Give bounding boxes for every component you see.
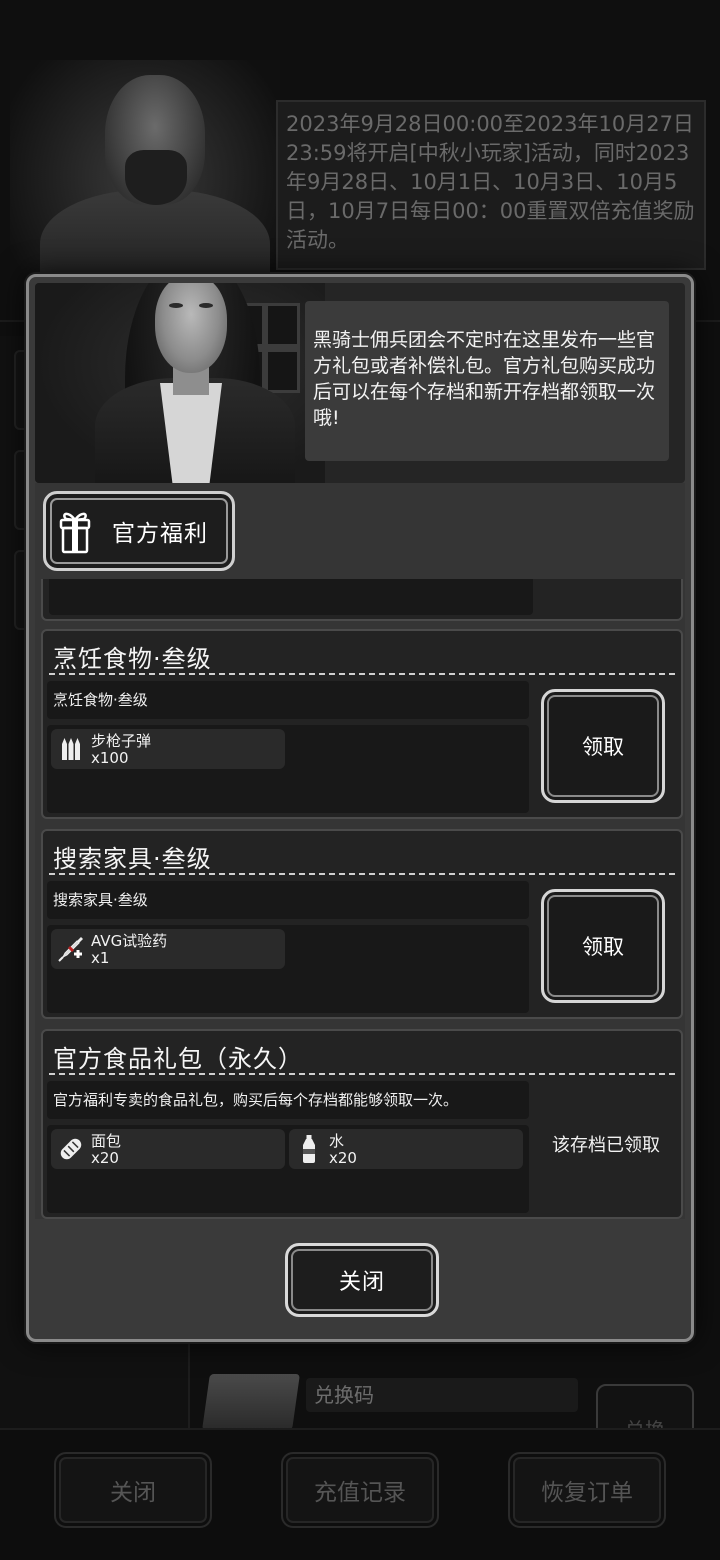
intro-text: 黑骑士佣兵团会不定时在这里发布一些官方礼包或者补偿礼包。官方礼包购买成功后可以在… xyxy=(305,301,669,461)
card-title: 官方食品礼包（永久） xyxy=(53,1045,303,1073)
reward-item: 面包 x20 xyxy=(51,1129,285,1169)
card-description: 官方福利专卖的食品礼包，购买后每个存档都能够领取一次。 xyxy=(47,1081,529,1119)
item-name: AVG试验药 xyxy=(91,932,168,950)
reward-items: AVG试验药 x1 xyxy=(47,925,529,1013)
water-bottle-icon xyxy=(293,1133,325,1165)
divider xyxy=(49,673,675,675)
redeem-code-label: 兑换码 xyxy=(306,1378,578,1412)
restore-order-button[interactable]: 恢复订单 xyxy=(508,1452,666,1528)
gift-icon xyxy=(58,508,92,554)
item-name: 步枪子弹 xyxy=(91,732,152,750)
item-name: 面包 xyxy=(91,1132,122,1150)
card-description: 烹饪食物·叁级 xyxy=(47,681,529,719)
reward-item: 水 x20 xyxy=(289,1129,523,1169)
item-quantity: x1 xyxy=(91,949,110,967)
eye xyxy=(199,303,213,308)
gift-pack-list[interactable]: 烹饪食物·叁级 烹饪食物·叁级 步枪子弹 x100 领取 搜索家具·叁级 搜索家… xyxy=(35,579,685,1219)
official-benefits-modal: 黑骑士佣兵团会不定时在这里发布一些官方礼包或者补偿礼包。官方礼包购买成功后可以在… xyxy=(26,274,694,1342)
modal-close-button[interactable]: 关闭 xyxy=(285,1243,439,1317)
reward-item: AVG试验药 x1 xyxy=(51,929,285,969)
gift-card: 搜索家具·叁级 搜索家具·叁级 AVG试验药 x1 领取 xyxy=(41,829,683,1019)
eye xyxy=(169,303,183,308)
redeem-code-row: 兑换码 兑换 xyxy=(200,1360,700,1444)
bread-icon xyxy=(55,1133,87,1165)
card-description: 搜索家具·叁级 xyxy=(47,881,529,919)
gift-card-partial xyxy=(41,579,683,621)
card-title: 搜索家具·叁级 xyxy=(53,845,212,873)
bullets-icon xyxy=(55,733,87,765)
gift-card: 烹饪食物·叁级 烹饪食物·叁级 步枪子弹 x100 领取 xyxy=(41,629,683,819)
syringe-icon xyxy=(55,933,87,965)
card-title: 烹饪食物·叁级 xyxy=(53,645,212,673)
claim-button[interactable]: 领取 xyxy=(541,689,665,803)
reward-items: 步枪子弹 x100 xyxy=(47,725,529,813)
tab-official-benefits[interactable]: 官方福利 xyxy=(43,491,235,571)
divider xyxy=(49,1073,675,1075)
bottom-close-button[interactable]: 关闭 xyxy=(54,1452,212,1528)
tab-bar: 官方福利 xyxy=(35,483,685,579)
announcement-text: 2023年9月28日00:00至2023年10月27日23:59将开启[中秋小玩… xyxy=(276,100,706,270)
reward-items: 面包 x20 水 x20 xyxy=(47,1125,529,1213)
claim-button[interactable]: 领取 xyxy=(541,889,665,1003)
modal-header: 黑骑士佣兵团会不定时在这里发布一些官方礼包或者补偿礼包。官方礼包购买成功后可以在… xyxy=(35,283,685,483)
gift-card: 官方食品礼包（永久） 官方福利专卖的食品礼包，购买后每个存档都能够领取一次。 面… xyxy=(41,1029,683,1219)
item-quantity: x20 xyxy=(329,1149,357,1167)
screen: 2023年9月28日00:00至2023年10月27日23:59将开启[中秋小玩… xyxy=(0,0,720,1560)
redeem-ticket-icon xyxy=(202,1374,300,1430)
item-quantity: x20 xyxy=(91,1149,119,1167)
npc-woman-portrait xyxy=(155,283,227,373)
item-name: 水 xyxy=(329,1132,345,1150)
reward-item: 步枪子弹 x100 xyxy=(51,729,285,769)
npc-man-beard xyxy=(125,150,187,205)
recharge-history-button[interactable]: 充值记录 xyxy=(281,1452,439,1528)
item-quantity: x100 xyxy=(91,749,129,767)
divider xyxy=(49,873,675,875)
tab-label: 官方福利 xyxy=(112,521,208,547)
claimed-status: 该存档已领取 xyxy=(552,1135,660,1156)
item-panel xyxy=(49,579,533,615)
